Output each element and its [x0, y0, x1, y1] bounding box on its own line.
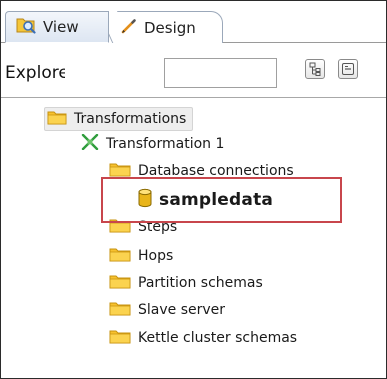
- view-icon: [16, 16, 36, 38]
- search-input[interactable]: [164, 58, 277, 88]
- folder-icon: [47, 109, 67, 129]
- tree-item-slave-server[interactable]: Slave server: [109, 298, 225, 322]
- tab-bar: View Design: [1, 1, 386, 43]
- folder-icon: [109, 273, 131, 293]
- tree-item-steps[interactable]: Steps: [109, 215, 177, 239]
- folder-icon: [109, 300, 131, 320]
- collapse-all-button[interactable]: [338, 59, 358, 79]
- tree-item-label: Partition schemas: [138, 275, 263, 291]
- expand-all-icon: [306, 60, 324, 78]
- folder-icon: [109, 328, 131, 348]
- tree-item-label: Database connections: [138, 163, 294, 179]
- tree-item-sampledata[interactable]: sampledata: [138, 188, 273, 212]
- tab-view-label: View: [43, 18, 79, 36]
- tree-item-transformation-1[interactable]: Transformation 1: [81, 132, 224, 156]
- tree-item-label: Hops: [138, 248, 174, 264]
- folder-icon: [109, 217, 131, 237]
- tree-item-label: Transformation 1: [106, 136, 225, 152]
- tab-view[interactable]: View: [5, 11, 109, 43]
- tree-item-transformations[interactable]: Transformations: [44, 107, 194, 131]
- folder-icon: [109, 161, 131, 181]
- tree-item-hops[interactable]: Hops: [109, 244, 173, 268]
- tree-item-label: Steps: [138, 219, 178, 235]
- tree-item-database-connections[interactable]: Database connections: [109, 159, 294, 183]
- explorer-divider: [1, 97, 386, 98]
- tab-design-label: Design: [144, 18, 196, 37]
- tree-item-partition-schemas[interactable]: Partition schemas: [109, 271, 263, 295]
- tree-item-label: sampledata: [159, 190, 274, 210]
- folder-icon: [109, 246, 131, 266]
- tree-item-label: Slave server: [138, 302, 226, 318]
- explorer-panel: View Design Explorer: [0, 0, 387, 379]
- tree-item-label: Kettle cluster schemas: [138, 330, 298, 346]
- expand-all-button[interactable]: [305, 59, 325, 79]
- tree-item-label: Transformations: [74, 111, 187, 127]
- tab-design[interactable]: Design: [107, 11, 223, 43]
- database-icon: [138, 188, 152, 212]
- transformation-icon: [81, 133, 99, 154]
- tree-item-kettle-cluster-schemas[interactable]: Kettle cluster schemas: [109, 326, 297, 350]
- pencil-icon: [121, 18, 137, 38]
- collapse-all-icon: [339, 60, 357, 78]
- explorer-label: Explorer: [5, 63, 65, 83]
